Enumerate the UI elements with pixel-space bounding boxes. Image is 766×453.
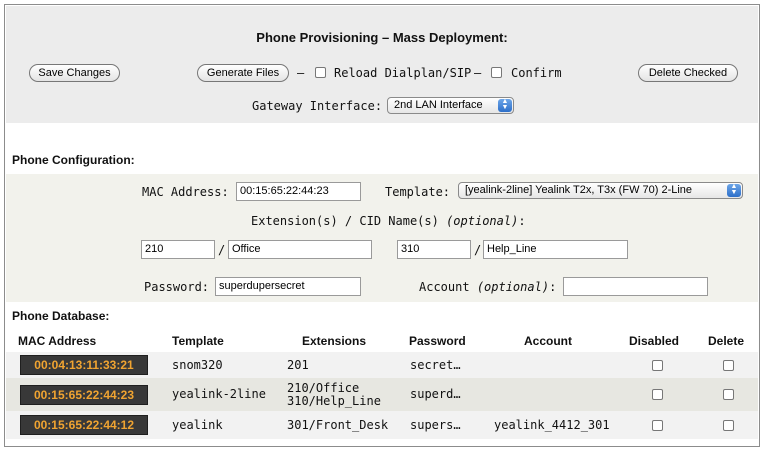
confirm-label: Confirm — [511, 66, 562, 80]
template-label: Template: — [385, 185, 451, 199]
row-disabled-checkbox[interactable] — [652, 420, 663, 431]
account-label-colon: : — [549, 280, 557, 294]
column-header-disabled: Disabled — [629, 334, 680, 348]
phone-database-heading: Phone Database: — [12, 309, 110, 323]
row-password: secret… — [410, 358, 461, 372]
reload-dialplan-checkbox[interactable] — [315, 67, 326, 78]
account-label-text: Account — [419, 280, 470, 294]
confirm-checkbox[interactable] — [491, 67, 502, 78]
table-row: 00:04:13:11:33:21 snom320 201 secret… — [6, 352, 758, 378]
row-password: superd… — [410, 387, 461, 401]
generate-files-button[interactable]: Generate Files — [197, 64, 289, 82]
gateway-interface-value: 2nd LAN Interface — [394, 99, 483, 111]
extensions-optional-text: (optional) — [446, 214, 519, 228]
template-value: [yealink-2line] Yealink T2x, T3x (FW 70)… — [465, 184, 693, 196]
row-mac-address[interactable]: 00:15:65:22:44:12 — [20, 415, 148, 435]
row-extensions: 201 — [287, 358, 309, 372]
password-label: Password: — [144, 280, 210, 294]
phone-configuration-heading: Phone Configuration: — [12, 153, 135, 167]
column-header-delete: Delete — [708, 334, 745, 348]
cid-name-2-input[interactable]: Help_Line — [483, 240, 628, 259]
row-template: snom320 — [172, 358, 223, 372]
row-delete-checkbox[interactable] — [723, 420, 734, 431]
cid-name-1-input[interactable]: Office — [228, 240, 372, 259]
account-label: Account (optional): — [419, 280, 556, 294]
template-select[interactable]: [yealink-2line] Yealink T2x, T3x (FW 70)… — [458, 182, 743, 199]
separator-dash: – — [474, 66, 482, 80]
row-disabled-checkbox[interactable] — [652, 360, 663, 371]
mac-address-input[interactable]: 00:15:65:22:44:23 — [236, 182, 361, 201]
row-extensions: 301/Front_Desk — [287, 418, 389, 432]
separator-dash: – — [297, 66, 305, 80]
reload-dialplan-label: Reload Dialplan/SIP — [334, 66, 472, 80]
extensions-label-colon: : — [518, 214, 526, 228]
row-account: yealink_4412_301 — [494, 418, 610, 432]
row-template: yealink — [172, 418, 223, 432]
row-disabled-checkbox[interactable] — [652, 389, 663, 400]
page-title: Phone Provisioning – Mass Deployment: — [256, 30, 508, 45]
gateway-interface-label: Gateway Interface: — [252, 99, 383, 113]
row-mac-address[interactable]: 00:15:65:22:44:23 — [20, 385, 148, 405]
column-header-account: Account — [524, 334, 572, 348]
row-password: supers… — [410, 418, 461, 432]
table-row: 00:15:65:22:44:23 yealink-2line 210/Offi… — [6, 378, 758, 411]
extension-2-input[interactable]: 310 — [397, 240, 471, 259]
select-arrows-icon: ▲ ▼ — [498, 98, 512, 112]
extensions-label-text: Extension(s) / CID Name(s) — [251, 214, 439, 228]
account-optional-text: (optional) — [476, 280, 550, 294]
row-template: yealink-2line — [172, 387, 266, 401]
column-header-mac: MAC Address — [18, 334, 97, 348]
select-arrows-icon: ▲ ▼ — [727, 183, 741, 197]
mac-address-label: MAC Address: — [142, 185, 229, 199]
gateway-interface-select[interactable]: 2nd LAN Interface ▲ ▼ — [387, 97, 514, 114]
mass-deployment-panel: Phone Provisioning – Mass Deployment: Sa… — [6, 6, 758, 123]
save-changes-button[interactable]: Save Changes — [29, 64, 120, 82]
ext-cid-separator: / — [474, 243, 482, 257]
column-header-template: Template — [172, 334, 224, 348]
column-header-extensions: Extensions — [302, 334, 367, 348]
row-extensions-line2: 310/Help_Line — [287, 394, 381, 408]
column-header-password: Password — [409, 334, 466, 348]
extension-1-input[interactable]: 210 — [141, 240, 215, 259]
phone-configuration-panel: MAC Address: 00:15:65:22:44:23 Template:… — [6, 174, 758, 302]
account-input[interactable] — [563, 277, 708, 296]
password-input[interactable]: superdupersecret — [215, 277, 361, 296]
ext-cid-separator: / — [218, 243, 226, 257]
row-delete-checkbox[interactable] — [723, 389, 734, 400]
provisioning-frame: Phone Provisioning – Mass Deployment: Sa… — [4, 4, 760, 447]
row-delete-checkbox[interactable] — [723, 360, 734, 371]
table-row: 00:15:65:22:44:12 yealink 301/Front_Desk… — [6, 411, 758, 439]
delete-checked-button[interactable]: Delete Checked — [638, 64, 738, 82]
row-mac-address[interactable]: 00:04:13:11:33:21 — [20, 355, 148, 375]
extensions-label: Extension(s) / CID Name(s) (optional): — [251, 214, 526, 228]
